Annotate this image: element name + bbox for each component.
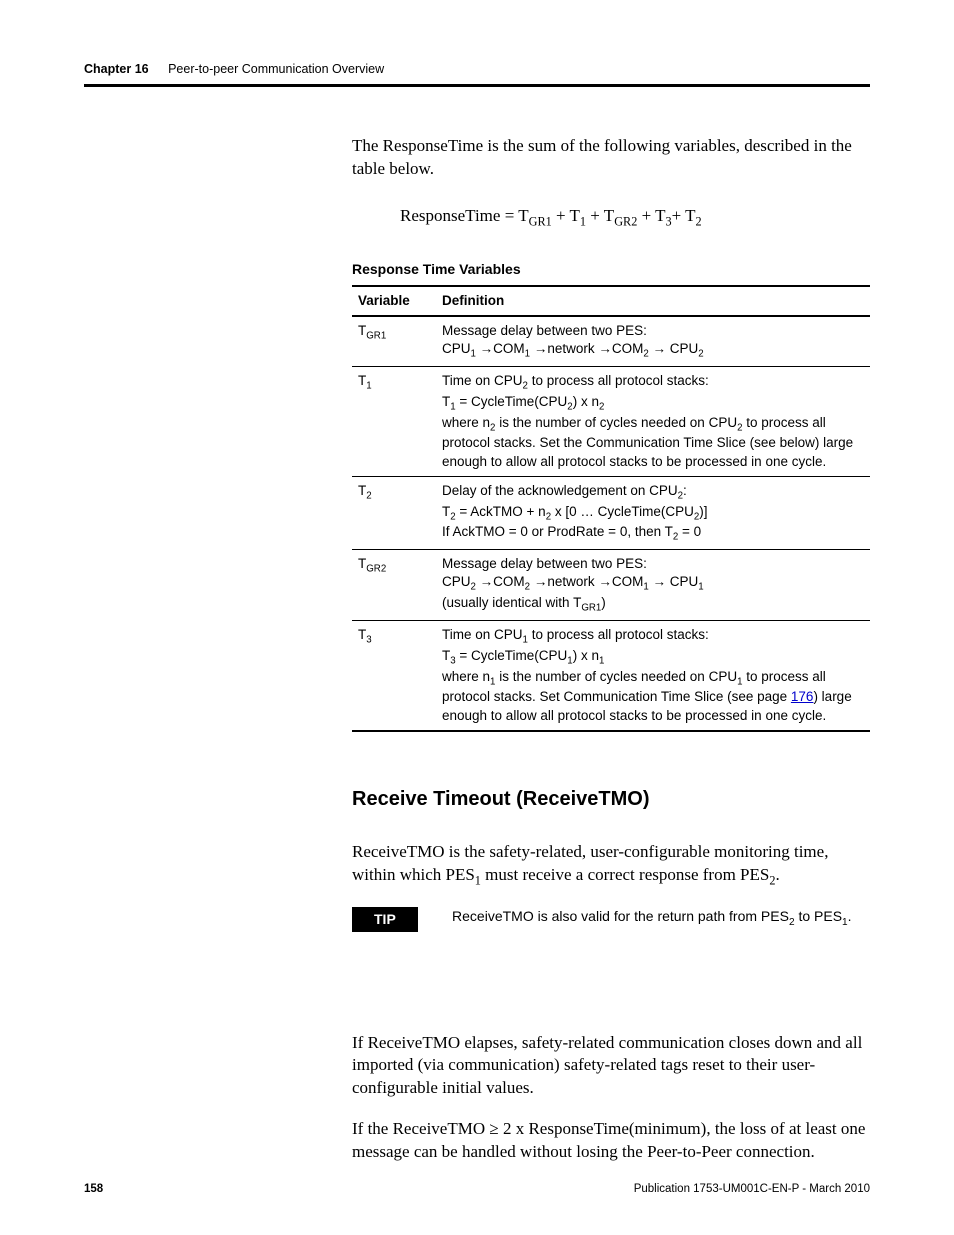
page-footer: 158 Publication 1753-UM001C-EN-P - March… bbox=[84, 1183, 870, 1195]
tip-label: TIP bbox=[352, 907, 418, 932]
page-number: 158 bbox=[84, 1183, 103, 1195]
col-definition: Definition bbox=[436, 286, 870, 316]
intro-paragraph: The ResponseTime is the sum of the follo… bbox=[352, 135, 870, 181]
page-link-176[interactable]: 176 bbox=[791, 689, 814, 704]
var-cell: T2 bbox=[352, 476, 436, 549]
running-header: Chapter 16 Peer-to-peer Communication Ov… bbox=[84, 62, 870, 87]
def-cell: Delay of the acknowledgement on CPU2: T2… bbox=[436, 476, 870, 549]
table-row: T2 Delay of the acknowledgement on CPU2:… bbox=[352, 476, 870, 549]
chapter-title: Peer-to-peer Communication Overview bbox=[168, 62, 384, 76]
publication-id: Publication 1753-UM001C-EN-P - March 201… bbox=[634, 1183, 870, 1195]
after-paragraph-2: If the ReceiveTMO ≥ 2 x ResponseTime(min… bbox=[352, 1118, 870, 1164]
def-cell: Message delay between two PES: CPU1 →COM… bbox=[436, 316, 870, 367]
def-cell: Time on CPU1 to process all protocol sta… bbox=[436, 620, 870, 730]
def-cell: Time on CPU2 to process all protocol sta… bbox=[436, 366, 870, 476]
table-row: T3 Time on CPU1 to process all protocol … bbox=[352, 620, 870, 730]
var-cell: T1 bbox=[352, 366, 436, 476]
section-heading: Receive Timeout (ReceiveTMO) bbox=[352, 786, 870, 813]
var-cell: TGR1 bbox=[352, 316, 436, 367]
var-cell: TGR2 bbox=[352, 550, 436, 621]
table-title: Response Time Variables bbox=[352, 260, 870, 279]
var-cell: T3 bbox=[352, 620, 436, 730]
table-row: TGR2 Message delay between two PES: CPU2… bbox=[352, 550, 870, 621]
def-cell: Message delay between two PES: CPU2 →COM… bbox=[436, 550, 870, 621]
tip-text: ReceiveTMO is also valid for the return … bbox=[452, 907, 852, 929]
col-variable: Variable bbox=[352, 286, 436, 316]
table-header-row: Variable Definition bbox=[352, 286, 870, 316]
response-time-formula: ResponseTime = TGR1 + T1 + TGR2 + T3+ T2 bbox=[400, 205, 870, 230]
receive-tmo-paragraph: ReceiveTMO is the safety-related, user-c… bbox=[352, 841, 870, 889]
tip-block: TIP ReceiveTMO is also valid for the ret… bbox=[352, 907, 870, 932]
table-row: T1 Time on CPU2 to process all protocol … bbox=[352, 366, 870, 476]
after-paragraph-1: If ReceiveTMO elapses, safety-related co… bbox=[352, 1032, 870, 1101]
chapter-label: Chapter 16 bbox=[84, 62, 149, 76]
response-time-table: Variable Definition TGR1 Message delay b… bbox=[352, 285, 870, 732]
table-row: TGR1 Message delay between two PES: CPU1… bbox=[352, 316, 870, 367]
